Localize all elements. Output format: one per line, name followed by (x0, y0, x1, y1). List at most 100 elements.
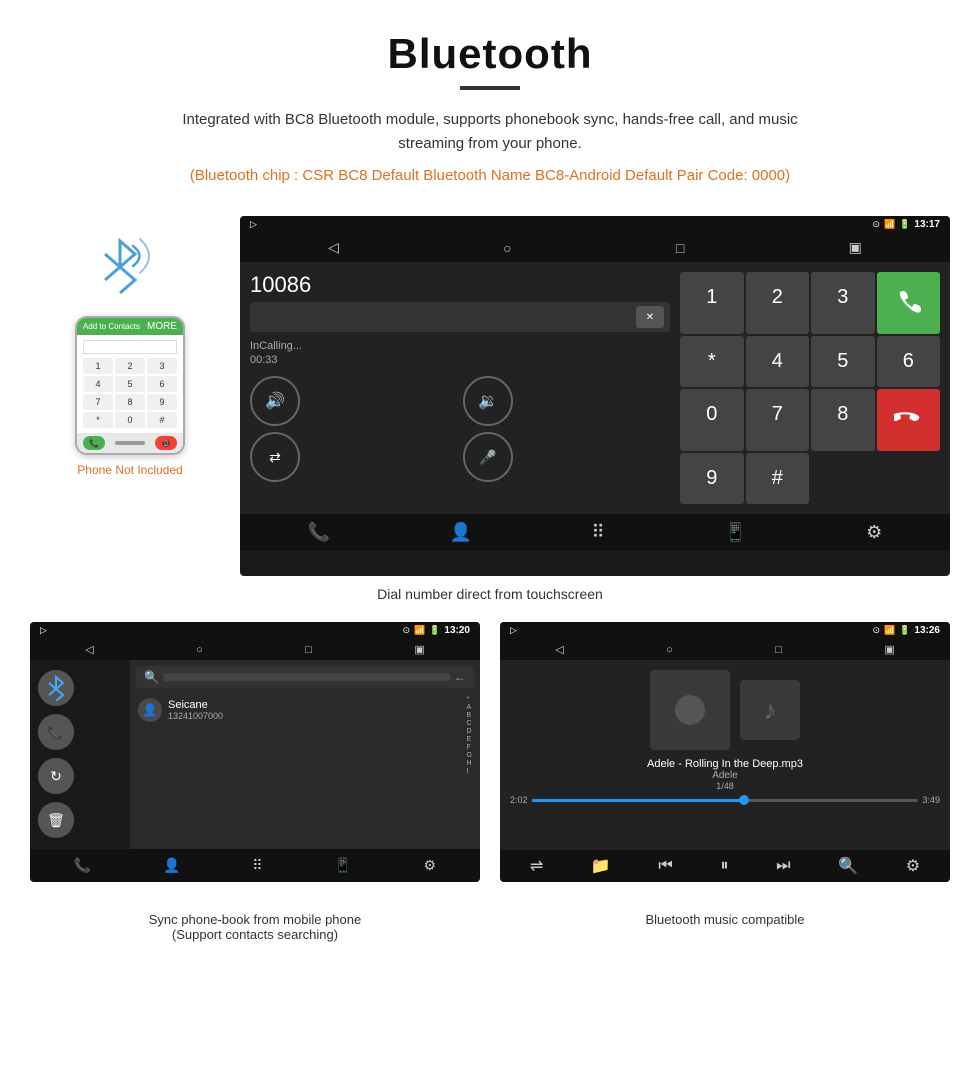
contacts-recent-icon[interactable]: 📞 (74, 857, 91, 874)
phone-answer-icon (894, 286, 922, 314)
progress-fill (532, 799, 745, 802)
recent-calls-icon[interactable]: 📞 (308, 522, 330, 543)
contacts-nav-screenshot: ▣ (414, 643, 424, 656)
song-track: 1/48 (716, 781, 734, 791)
page-subtitle: Integrated with BC8 Bluetooth module, su… (150, 108, 830, 156)
refresh-sidebar-icon[interactable]: ↻ (38, 758, 74, 794)
phone-mockup: Add to Contacts MORE 1 2 3 4 5 6 7 8 9 *… (75, 316, 185, 455)
progress-bar-container: 2:02 3:49 (510, 795, 940, 805)
numpad-4[interactable]: 4 (746, 336, 810, 387)
numpad-hash[interactable]: # (746, 453, 810, 504)
search-bar: 🔍 ← (136, 666, 474, 688)
dial-content: 10086 ✕ InCalling... 00:33 🔊 🔉 (240, 262, 950, 514)
play-pause-button[interactable]: ⏸ (720, 857, 728, 875)
calling-timer: 00:33 (250, 354, 670, 366)
contacts-device-icon[interactable]: 📱 (334, 857, 351, 874)
nav-home-icon: ○ (503, 240, 511, 256)
album-circle (675, 695, 705, 725)
contact-avatar: 👤 (138, 698, 162, 722)
phone-top-bar: Add to Contacts MORE (77, 318, 183, 335)
nav-bar-contacts: ◁ ○ □ ▣ (30, 639, 480, 660)
contacts-sidebar: 📞 ↻ 🗑 (30, 660, 130, 849)
phone-keys: 1 2 3 4 5 6 7 8 9 * 0 # (83, 358, 177, 428)
backspace-button[interactable]: ✕ (636, 306, 664, 328)
music-note-small-icon: ♪ (764, 695, 777, 726)
numpad-5[interactable]: 5 (811, 336, 875, 387)
nav-bar-music: ◁ ○ □ ▣ (500, 639, 950, 660)
call-controls: 🔊 🔉 ⇄ 🎤 (250, 376, 670, 482)
nav-recent-icon: □ (676, 240, 684, 256)
contacts-settings-icon[interactable]: ⚙ (424, 857, 437, 874)
dial-numpad: 1 2 3 * 4 5 6 0 7 8 9 # (680, 272, 940, 504)
contact-info: Seicane 13241007000 (168, 699, 223, 721)
phone-not-included-label: Phone Not Included (77, 463, 182, 477)
music-screen: ▷ ⊙ 📶 🔋 13:26 ◁ ○ □ ▣ ♪ (500, 622, 950, 882)
dial-bottom-bar: 📞 👤 ⠿ 📱 ⚙ (240, 514, 950, 551)
contact-list-item[interactable]: 👤 Seicane 13241007000 (136, 694, 465, 726)
contacts-nav-back: ◁ (85, 643, 93, 656)
trash-sidebar-icon[interactable]: 🗑 (38, 802, 74, 838)
progress-thumb (739, 795, 749, 805)
green-call-button[interactable] (877, 272, 941, 334)
song-artist: Adele (712, 770, 738, 781)
music-caption-block: Bluetooth music compatible (500, 912, 950, 942)
volume-up-button[interactable]: 🔊 (250, 376, 300, 426)
nav-bar-dial: ◁ ○ □ ▣ (240, 233, 950, 262)
numpad-2[interactable]: 2 (746, 272, 810, 334)
main-content-row: Add to Contacts MORE 1 2 3 4 5 6 7 8 9 *… (0, 216, 980, 576)
shuffle-icon[interactable]: ⇌ (530, 856, 543, 876)
numpad-7[interactable]: 7 (746, 389, 810, 451)
bluetooth-sidebar-icon[interactable] (38, 670, 74, 706)
mic-button[interactable]: 🎤 (463, 432, 513, 482)
music-main-area: ♪ ♪ Adele - Rolling In the Deep.mp3 Adel… (500, 660, 950, 850)
contacts-caption-line1: Sync phone-book from mobile phone (30, 912, 480, 927)
song-title: Adele - Rolling In the Deep.mp3 (647, 758, 803, 770)
prev-track-button[interactable]: ⏮ (658, 857, 672, 875)
numpad-8[interactable]: 8 (811, 389, 875, 451)
bottom-row: ▷ ⊙ 📶 🔋 13:20 ◁ ○ □ ▣ (0, 622, 980, 912)
contacts-person-icon[interactable]: 👤 (163, 857, 180, 874)
contacts-nav-home: ○ (196, 644, 203, 656)
status-bar-music: ▷ ⊙ 📶 🔋 13:26 (500, 622, 950, 639)
music-nav-back: ◁ (555, 643, 563, 656)
device-tab-icon[interactable]: 📱 (724, 522, 746, 543)
transfer-button[interactable]: ⇄ (250, 432, 300, 482)
music-caption: Bluetooth music compatible (500, 912, 950, 927)
search-music-icon[interactable]: 🔍 (838, 856, 858, 876)
progress-total-time: 3:49 (922, 795, 940, 805)
nav-back-icon: ◁ (328, 239, 339, 256)
contacts-tab-icon[interactable]: 👤 (450, 522, 472, 543)
phone-sidebar-icon[interactable]: 📞 (38, 714, 74, 750)
volume-down-button[interactable]: 🔉 (463, 376, 513, 426)
red-hang-up-button[interactable] (877, 389, 941, 451)
next-track-button[interactable]: ⏭ (776, 857, 790, 875)
numpad-6[interactable]: 6 (877, 336, 941, 387)
status-time-contacts: 13:20 (444, 625, 470, 636)
phone-dialpad: 1 2 3 4 5 6 7 8 9 * 0 # (77, 335, 183, 433)
numpad-0[interactable]: 0 (680, 389, 744, 451)
equalizer-icon[interactable]: ⚙ (906, 856, 920, 876)
settings-tab-icon[interactable]: ⚙ (866, 522, 882, 543)
search-icon: 🔍 (144, 670, 159, 684)
album-art-large: ♪ (650, 670, 730, 750)
bottom-captions: Sync phone-book from mobile phone (Suppo… (0, 912, 980, 942)
bluetooth-icon-area (90, 226, 170, 306)
phone-bottom-bar: 📞 📵 (77, 433, 183, 453)
numpad-3[interactable]: 3 (811, 272, 875, 334)
contact-phone: 13241007000 (168, 711, 223, 721)
contacts-dialpad-icon[interactable]: ⠿ (252, 857, 262, 874)
dialpad-tab-icon[interactable]: ⠿ (592, 522, 605, 543)
numpad-star[interactable]: * (680, 336, 744, 387)
android-dial-screen: ▷ ⊙ 📶 🔋 13:17 ◁ ○ □ ▣ 10086 ✕ (240, 216, 950, 576)
phone-hangup-icon (894, 403, 922, 431)
bt-symbol-icon (47, 675, 65, 701)
numpad-9[interactable]: 9 (680, 453, 744, 504)
title-underline (460, 86, 520, 90)
numpad-1[interactable]: 1 (680, 272, 744, 334)
folder-icon[interactable]: 📁 (591, 856, 611, 876)
progress-track[interactable] (532, 799, 919, 802)
progress-current-time: 2:02 (510, 795, 528, 805)
contacts-list: 🔍 ← 👤 Seicane 13241007000 (130, 660, 480, 849)
contacts-screen: ▷ ⊙ 📶 🔋 13:20 ◁ ○ □ ▣ (30, 622, 480, 882)
dial-left-panel: 10086 ✕ InCalling... 00:33 🔊 🔉 (250, 272, 680, 504)
